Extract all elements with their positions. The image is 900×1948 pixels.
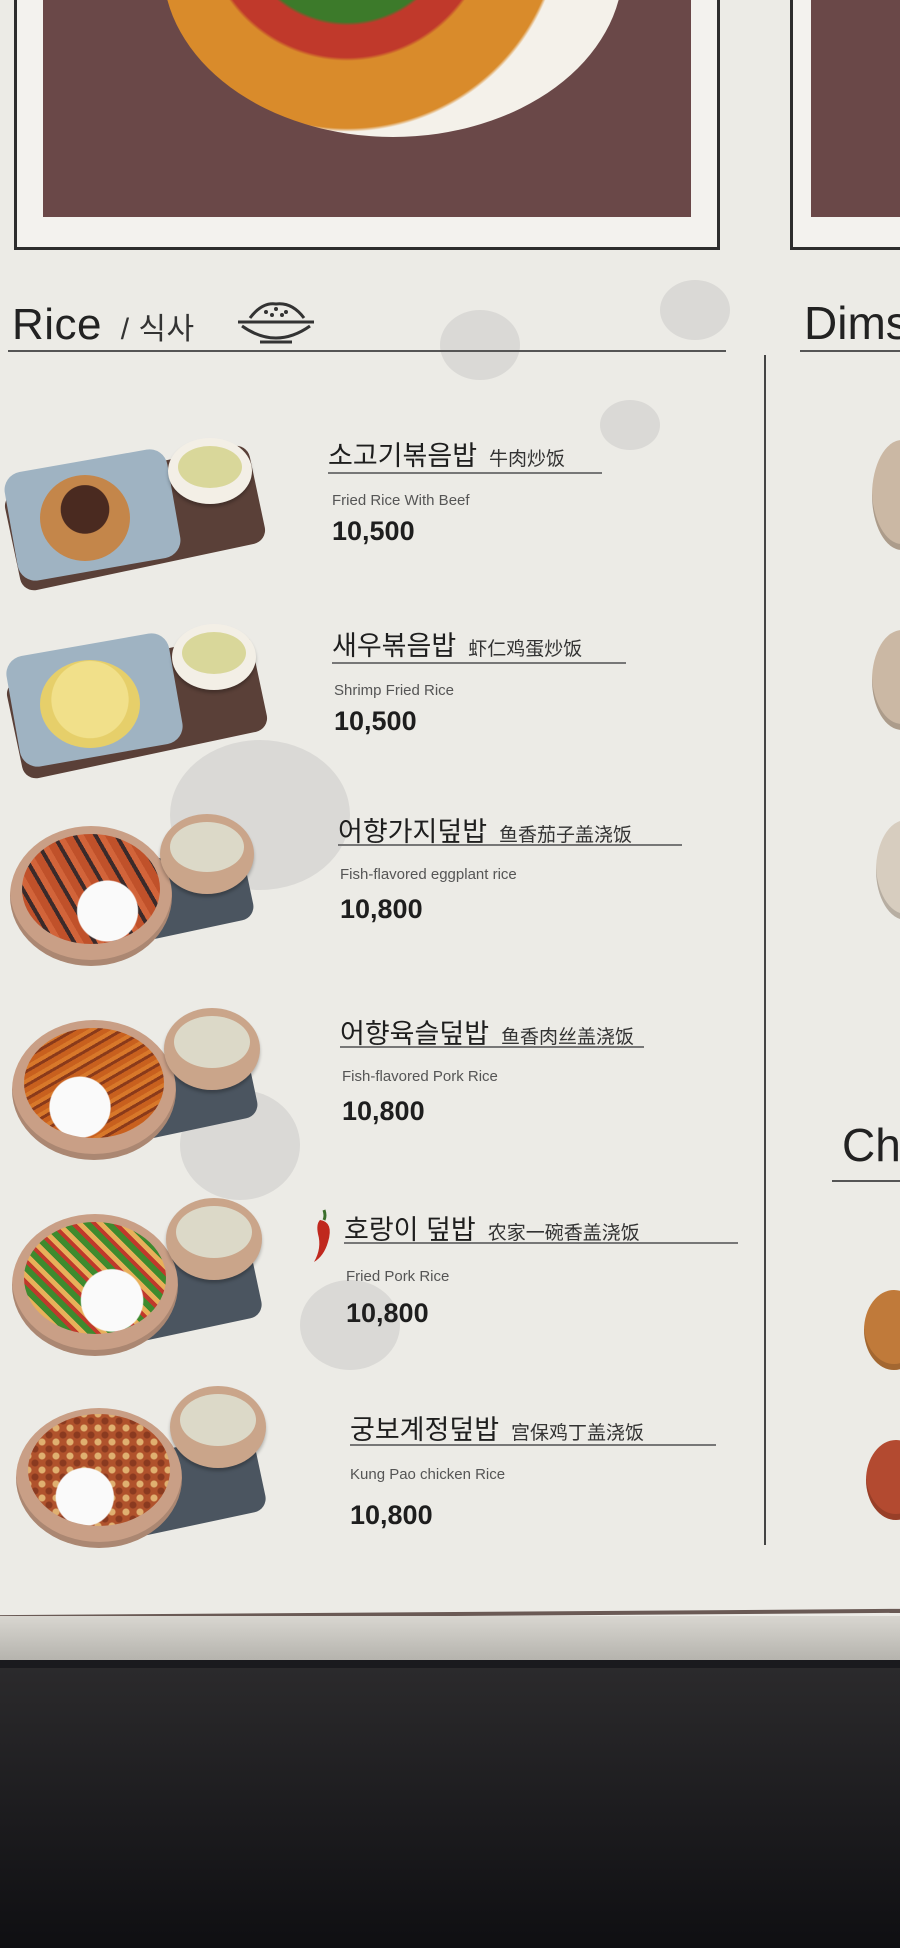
dish-photo-frame-right xyxy=(790,0,900,250)
table-background xyxy=(0,1668,900,1948)
item-rule xyxy=(340,1046,644,1048)
item-name-ko-text: 새우볶음밥 xyxy=(332,631,457,661)
item-price: 10,800 xyxy=(346,1298,429,1328)
right-column-rule-2 xyxy=(832,1180,900,1182)
item-rule xyxy=(344,1242,738,1244)
chili-spicy-icon xyxy=(314,1209,330,1262)
pork-rice-image xyxy=(24,1028,164,1138)
item-price: 10,800 xyxy=(342,1096,425,1126)
dish-photo-frame xyxy=(14,0,720,250)
item-name-chinese: 鱼香茄子盖浇饭 xyxy=(499,825,633,846)
item-name-english: Fried Pork Rice xyxy=(346,1268,450,1285)
item-name-chinese: 宫保鸡丁盖浇饭 xyxy=(511,1423,645,1444)
item-name-ko-text: 소고기볶음밥 xyxy=(328,441,478,471)
section-title-text: Rice xyxy=(12,300,103,349)
eggplant-rice-image xyxy=(22,834,160,944)
beef-fried-rice-image xyxy=(40,475,130,561)
item-name-english: Fried Rice With Beef xyxy=(332,492,470,509)
right-column-header-2: Ch xyxy=(842,1119,900,1171)
item-name-ko-text: 궁보계정덮밥 xyxy=(350,1415,500,1445)
item-name-english: Fish-flavored eggplant rice xyxy=(340,866,517,883)
section-rule xyxy=(8,350,726,352)
paper-stain xyxy=(600,400,660,450)
item-name-english: Kung Pao chicken Rice xyxy=(350,1466,506,1483)
item-name-korean: 소고기볶음밥 牛肉炒饭 xyxy=(328,434,565,473)
stir-fry-bowl-image xyxy=(163,0,623,137)
dish-image-partial xyxy=(864,1290,900,1370)
dish-photo xyxy=(43,0,691,217)
soup-bowl-image xyxy=(172,624,256,690)
menu-sheet: Rice / 식사 Dims Ch 소고기볶음밥 牛肉炒饭 Fried Rice … xyxy=(0,0,900,1660)
item-name-chinese: 农家一碗香盖浇饭 xyxy=(487,1223,640,1244)
item-rule xyxy=(338,844,682,846)
item-name-ko-text: 호랑이 덮밥 xyxy=(344,1215,476,1245)
kung-pao-chicken-rice-image xyxy=(28,1414,170,1526)
right-column-header: Dims xyxy=(804,297,900,349)
item-name-korean: 궁보계정덮밥 宫保鸡丁盖浇饭 xyxy=(350,1408,644,1447)
item-price: 10,800 xyxy=(350,1500,433,1530)
item-price: 10,800 xyxy=(340,894,423,924)
section-title: Rice / 식사 xyxy=(12,300,195,350)
dimsum-basket-image xyxy=(872,440,900,550)
soup-bowl-image xyxy=(160,814,254,894)
item-name-ko-text: 어향육슬덮밥 xyxy=(340,1019,490,1049)
soup-bowl-image xyxy=(170,1386,266,1468)
dimsum-basket-image xyxy=(872,630,900,730)
dimsum-basket-image xyxy=(876,820,900,920)
item-name-chinese: 虾仁鸡蛋炒饭 xyxy=(468,639,583,660)
item-price: 10,500 xyxy=(332,516,415,546)
paper-stain xyxy=(660,280,730,340)
column-divider xyxy=(764,355,766,1545)
right-column-rule xyxy=(800,350,900,352)
section-subtitle: / 식사 xyxy=(120,313,195,346)
menu-bottom-strip xyxy=(0,1616,900,1660)
soup-bowl-image xyxy=(168,438,252,504)
item-name-korean: 새우볶음밥 虾仁鸡蛋炒饭 xyxy=(332,624,582,663)
item-name-chinese: 牛肉炒饭 xyxy=(489,449,566,470)
paper-stain xyxy=(440,310,520,380)
item-name-chinese: 鱼香肉丝盖浇饭 xyxy=(501,1027,635,1048)
item-price: 10,500 xyxy=(334,706,417,736)
soup-bowl-image xyxy=(164,1008,260,1090)
item-rule xyxy=(350,1444,716,1446)
dish-image-partial xyxy=(866,1440,900,1520)
soup-bowl-image xyxy=(166,1198,262,1280)
item-rule xyxy=(328,472,602,474)
shrimp-fried-rice-image xyxy=(40,660,140,748)
fried-pork-rice-image xyxy=(24,1222,166,1334)
item-name-english: Fish-flavored Pork Rice xyxy=(342,1068,498,1085)
item-name-ko-text: 어향가지덮밥 xyxy=(338,817,488,847)
item-name-english: Shrimp Fried Rice xyxy=(334,682,455,699)
rice-bowl-icon xyxy=(238,302,314,344)
dish-photo-right xyxy=(811,0,900,217)
item-rule xyxy=(332,662,626,664)
